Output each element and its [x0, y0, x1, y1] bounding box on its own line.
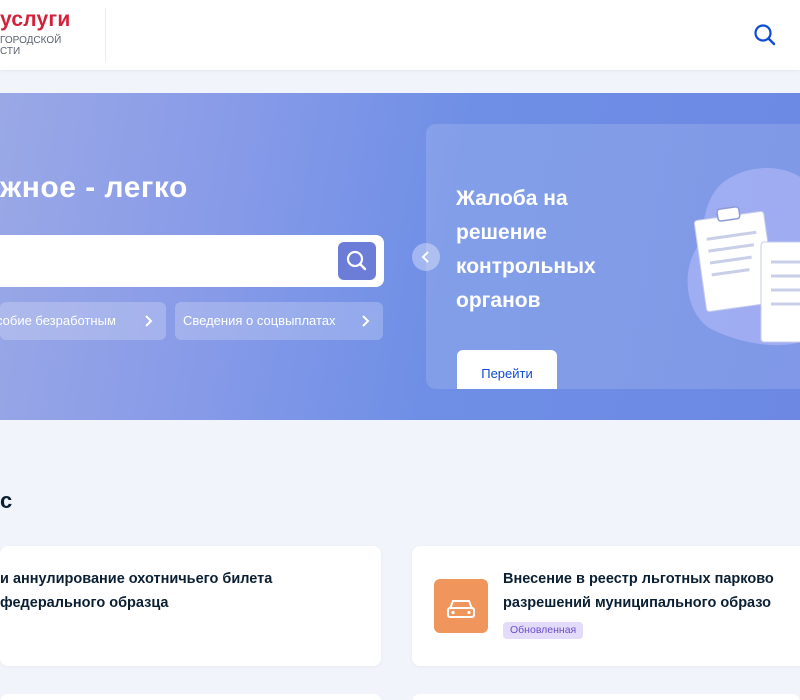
top-header: услуги городской сти — [0, 0, 800, 70]
chevron-right-icon — [360, 302, 372, 355]
service-card-partial[interactable] — [412, 694, 800, 700]
service-card-hunting-license[interactable]: и аннулирование охотничьего билета федер… — [0, 546, 381, 666]
slider-prev-button[interactable] — [412, 243, 440, 271]
hero-title: жное - легко — [0, 171, 188, 204]
service-card-title: Внесение в реестр льготных парково разре… — [503, 567, 774, 615]
search-icon — [346, 250, 367, 271]
service-card-icon-box — [434, 579, 488, 633]
hero-search-input[interactable] — [0, 235, 330, 287]
car-icon — [447, 600, 475, 618]
updated-badge: Обновленная — [503, 622, 584, 639]
quick-link-label: собие безработным — [0, 313, 116, 328]
site-logo[interactable]: услуги городской сти — [0, 8, 106, 62]
logo-subtitle-line1: городской — [0, 35, 62, 46]
hero-banner: жное - легко собие безработным Сведения … — [0, 93, 800, 420]
promo-go-button[interactable]: Перейти — [457, 350, 557, 389]
service-card-title-line1: Внесение в реестр льготных парково — [503, 571, 774, 587]
promo-slide: Жалоба на решение контрольных органов Пе… — [426, 124, 800, 389]
logo-subtitle: городской сти — [0, 35, 61, 57]
service-card-parking-permits[interactable]: Внесение в реестр льготных парково разре… — [412, 546, 800, 666]
service-card-title-line1: и аннулирование охотничьего билета — [0, 571, 273, 587]
service-card-title-line2: федерального образца — [0, 595, 169, 611]
service-card-title-line2: разрешений муниципального образо — [503, 595, 772, 611]
service-card-title: и аннулирование охотничьего билета федер… — [0, 567, 272, 615]
promo-title: Жалоба на решение контрольных органов — [456, 187, 596, 312]
quick-link-label: Сведения о соцвыплатах — [183, 313, 336, 328]
quick-link-unemployment[interactable]: собие безработным — [0, 302, 166, 340]
chevron-right-icon — [143, 302, 155, 355]
hero-search-submit[interactable] — [338, 242, 376, 280]
quick-link-social-payments[interactable]: Сведения о соцвыплатах — [175, 302, 383, 340]
search-icon — [754, 24, 776, 46]
header-search-button[interactable] — [752, 22, 778, 48]
documents-illustration — [681, 154, 800, 359]
hero-search-box — [0, 235, 384, 287]
logo-subtitle-line2: сти — [0, 46, 21, 57]
logo-wordmark: услуги — [0, 8, 71, 31]
service-card-partial[interactable] — [0, 694, 381, 700]
chevron-left-icon — [421, 251, 429, 263]
services-section-title: с — [0, 488, 13, 513]
